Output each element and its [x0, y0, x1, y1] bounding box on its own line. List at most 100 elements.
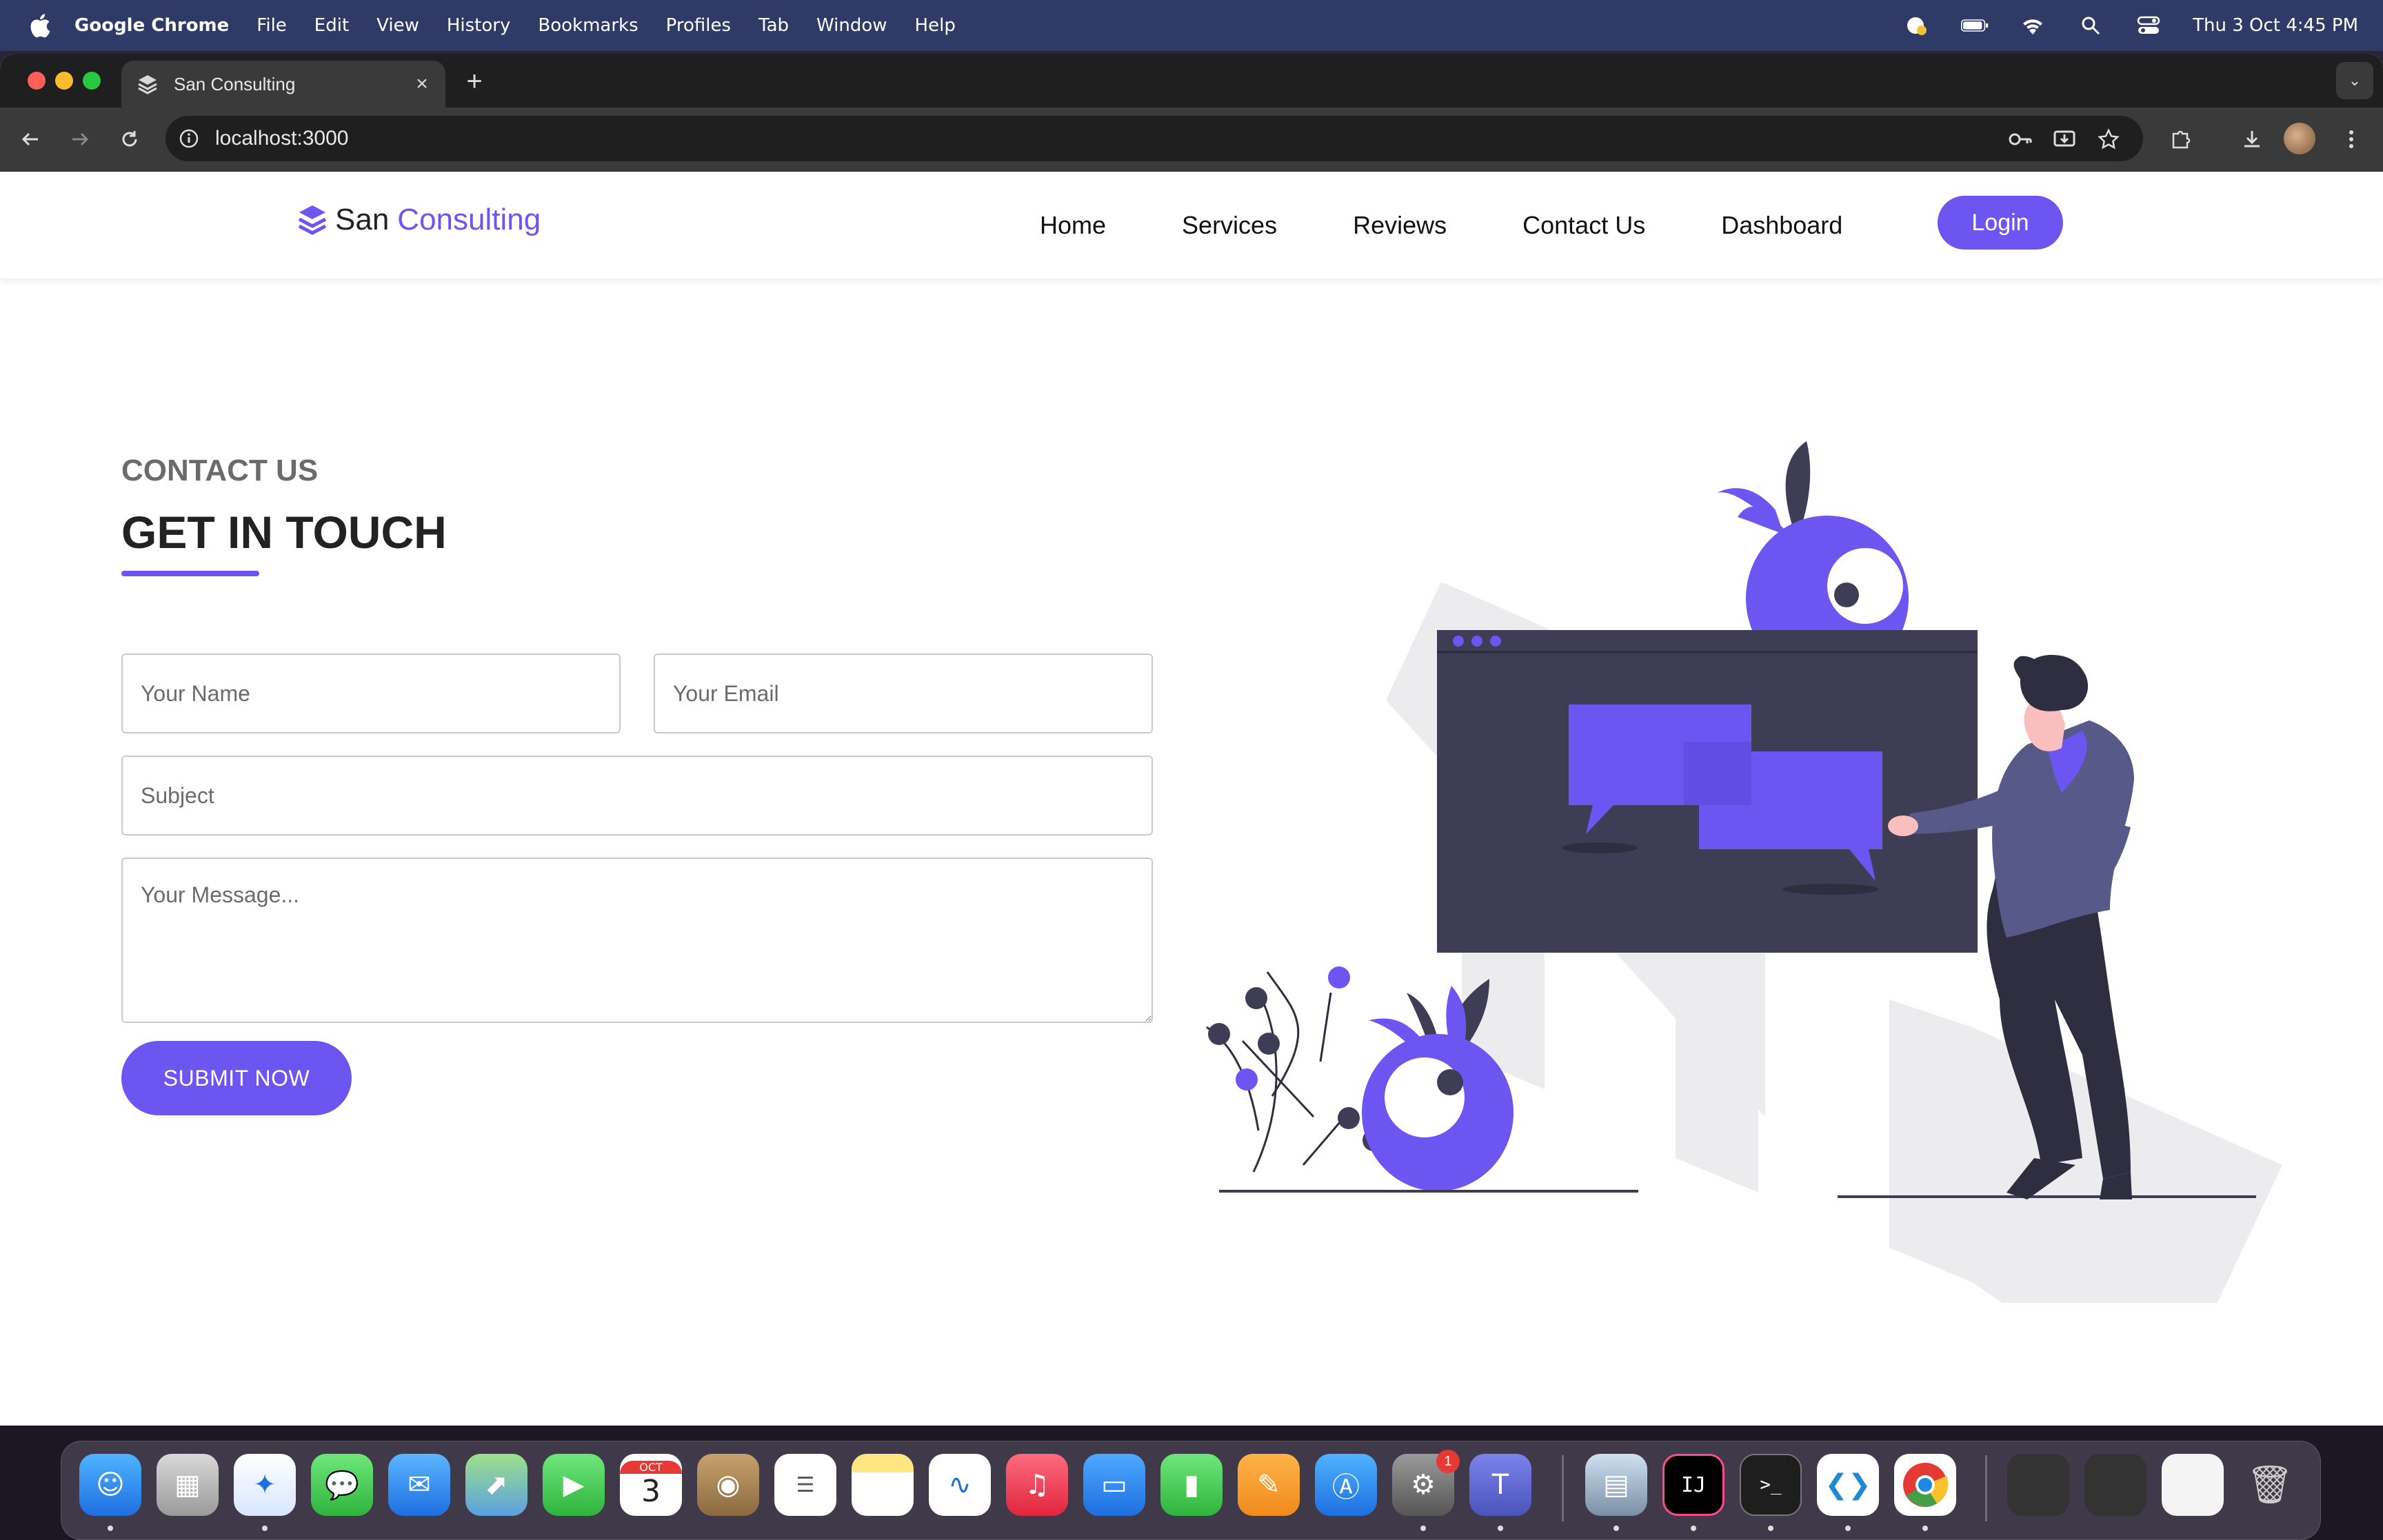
apple-icon[interactable] [28, 12, 51, 39]
status-app-icon[interactable] [1903, 12, 1931, 39]
running-indicator [108, 1526, 113, 1531]
section-heading: GET IN TOUCH [121, 507, 447, 558]
terminal-icon[interactable]: >_ [1740, 1454, 1802, 1516]
zoom-window-button[interactable] [83, 72, 101, 90]
submit-button[interactable]: SUBMIT NOW [121, 1041, 352, 1115]
wifi-icon[interactable] [2019, 12, 2047, 39]
nav-reviews[interactable]: Reviews [1353, 211, 1447, 240]
app-store-icon[interactable]: Ⓐ [1315, 1454, 1377, 1516]
calendar-month: OCT [620, 1461, 682, 1474]
install-app-icon[interactable] [2048, 123, 2081, 156]
facetime-icon[interactable]: ▶ [543, 1454, 605, 1516]
intellij-icon[interactable]: IJ [1662, 1454, 1725, 1516]
tab-title: San Consulting [174, 73, 296, 94]
launchpad-icon[interactable]: ▦ [157, 1454, 219, 1516]
mail-icon[interactable]: ✉ [388, 1454, 450, 1516]
nav-dashboard[interactable]: Dashboard [1721, 211, 1842, 240]
trash-icon[interactable]: 🗑 [2239, 1454, 2301, 1516]
web-page: San Consulting Home Services Reviews Con… [0, 172, 2383, 1426]
message-textarea[interactable] [121, 858, 1153, 1023]
vscode-icon[interactable]: ❮❯ [1817, 1454, 1879, 1516]
menu-profiles[interactable]: Profiles [666, 15, 731, 36]
pages-icon[interactable]: ✎ [1238, 1454, 1300, 1516]
password-key-icon[interactable] [2004, 123, 2037, 156]
brand-logo[interactable]: San Consulting [296, 203, 541, 237]
running-indicator [1691, 1526, 1696, 1531]
running-indicator [1922, 1526, 1928, 1531]
nav-services[interactable]: Services [1182, 211, 1277, 240]
running-indicator [1768, 1526, 1773, 1531]
browser-window: San Consulting × + ⌄ localhost:3000 San … [0, 54, 2383, 1426]
heading-underline [121, 571, 259, 576]
menu-app-name[interactable]: Google Chrome [74, 15, 229, 36]
contacts-icon[interactable]: ◉ [697, 1454, 759, 1516]
reload-icon[interactable] [113, 123, 146, 156]
music-icon[interactable]: ♫ [1006, 1454, 1068, 1516]
extensions-puzzle-icon[interactable] [2164, 123, 2197, 156]
minimized-window-1[interactable] [2007, 1454, 2069, 1516]
layers-logo-icon [298, 205, 327, 235]
reminders-icon[interactable]: ☰ [774, 1454, 836, 1516]
more-menu-icon[interactable] [2335, 123, 2368, 156]
macos-menu-bar: Google Chrome File Edit View History Boo… [0, 0, 2383, 51]
minimize-window-button[interactable] [55, 72, 73, 90]
site-info-icon[interactable] [175, 125, 203, 152]
url-text[interactable]: localhost:3000 [215, 127, 348, 150]
dock-separator [1562, 1455, 1564, 1521]
new-tab-icon[interactable]: + [458, 65, 491, 98]
dock-separator [1985, 1455, 1987, 1521]
minimized-window-3[interactable] [2162, 1454, 2224, 1516]
back-arrow-icon[interactable] [14, 123, 47, 156]
email-input[interactable] [654, 654, 1153, 733]
finder-icon[interactable]: ☺ [79, 1454, 141, 1516]
forward-arrow-icon[interactable] [63, 123, 97, 156]
chrome-icon[interactable] [1894, 1454, 1956, 1516]
tab-san-consulting[interactable]: San Consulting × [121, 61, 445, 108]
menubar-clock[interactable]: Thu 3 Oct 4:45 PM [2193, 15, 2358, 36]
bookmark-star-icon[interactable] [2092, 123, 2125, 156]
nav-home[interactable]: Home [1040, 211, 1106, 240]
nav-contact-us[interactable]: Contact Us [1522, 211, 1645, 240]
tab-search-chevron-icon[interactable]: ⌄ [2336, 62, 2373, 99]
menu-history[interactable]: History [447, 15, 511, 36]
maps-icon[interactable]: ⬈ [465, 1454, 527, 1516]
teams-icon[interactable]: T [1469, 1454, 1531, 1516]
settings-badge: 1 [1436, 1450, 1460, 1473]
tab-strip: San Consulting × + ⌄ [0, 54, 2383, 108]
macos-dock: ☺ ▦ ✦ 💬 ✉ ⬈ ▶ OCT 3 ◉ ☰ ∿ ♫ ▭ ▮ ✎ Ⓐ ⚙ 1 … [61, 1441, 2321, 1540]
menu-tab[interactable]: Tab [758, 15, 789, 36]
menu-bookmarks[interactable]: Bookmarks [538, 15, 638, 36]
keynote-icon[interactable]: ▭ [1083, 1454, 1145, 1516]
login-button[interactable]: Login [1938, 196, 2063, 250]
downloads-icon[interactable] [2235, 123, 2269, 156]
menu-view[interactable]: View [376, 15, 419, 36]
minimized-window-2[interactable] [2084, 1454, 2146, 1516]
name-input[interactable] [121, 654, 621, 733]
subject-input[interactable] [121, 756, 1153, 835]
notes-icon[interactable] [852, 1454, 914, 1516]
freeform-icon[interactable]: ∿ [929, 1454, 991, 1516]
preview-icon[interactable]: ▤ [1585, 1454, 1647, 1516]
running-indicator [262, 1526, 268, 1531]
safari-icon[interactable]: ✦ [234, 1454, 296, 1516]
menu-window[interactable]: Window [816, 15, 887, 36]
close-tab-icon[interactable]: × [408, 70, 436, 98]
control-center-icon[interactable] [2135, 12, 2162, 39]
address-bar[interactable]: localhost:3000 [165, 116, 2143, 161]
running-indicator [1845, 1526, 1851, 1531]
site-header: San Consulting Home Services Reviews Con… [0, 172, 2383, 278]
running-indicator [1498, 1526, 1503, 1531]
calendar-icon[interactable]: OCT 3 [620, 1454, 682, 1516]
messages-icon[interactable]: 💬 [311, 1454, 373, 1516]
brand-name-first: San [335, 203, 390, 236]
menu-file[interactable]: File [257, 15, 287, 36]
brand-name-second: Consulting [397, 203, 541, 236]
profile-avatar[interactable] [2284, 123, 2315, 154]
menu-edit[interactable]: Edit [314, 15, 349, 36]
menu-help[interactable]: Help [915, 15, 956, 36]
close-window-button[interactable] [28, 72, 46, 90]
spotlight-search-icon[interactable] [2077, 12, 2104, 39]
contact-illustration [1206, 441, 2282, 1303]
numbers-icon[interactable]: ▮ [1160, 1454, 1223, 1516]
battery-icon[interactable] [1961, 12, 1989, 39]
